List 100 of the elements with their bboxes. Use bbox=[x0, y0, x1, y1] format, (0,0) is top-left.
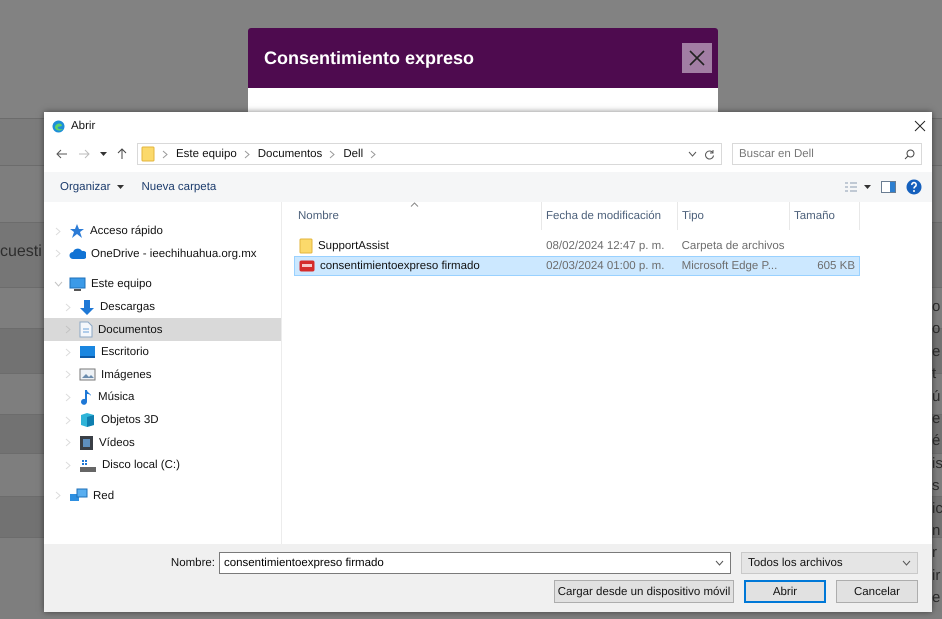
file-type-dropdown[interactable]: Todos los archivos bbox=[741, 552, 918, 574]
dialog-button[interactable]: Abrir bbox=[744, 580, 826, 603]
nav-item[interactable]: Escritorio bbox=[44, 340, 281, 364]
collapse-chevron-icon bbox=[64, 392, 72, 402]
background-text: r bbox=[932, 543, 938, 564]
view-options-icon[interactable] bbox=[844, 182, 858, 192]
collapse-chevron-icon bbox=[64, 460, 72, 470]
background-text: é bbox=[932, 431, 942, 452]
dropdown-icon bbox=[902, 560, 911, 566]
breadcrumb-item[interactable]: Dell bbox=[343, 148, 364, 160]
collapse-chevron-icon bbox=[54, 249, 62, 258]
star-icon bbox=[69, 223, 85, 240]
breadcrumb-item[interactable]: Documentos bbox=[258, 148, 322, 160]
file-date: 02/03/2024 01:00 p. m. bbox=[546, 260, 664, 272]
close-button[interactable] bbox=[682, 43, 712, 73]
background-text: e bbox=[932, 342, 942, 362]
preview-pane-icon[interactable] bbox=[881, 181, 896, 193]
collapse-chevron-icon bbox=[64, 302, 72, 312]
filename-field[interactable]: consentimientoexpreso firmado bbox=[219, 552, 731, 574]
nav-item[interactable]: Música bbox=[44, 386, 281, 409]
browser-logo-icon bbox=[52, 120, 65, 132]
file-type: Microsoft Edge P... bbox=[682, 260, 778, 272]
file-name: consentimientoexpreso firmado bbox=[320, 260, 480, 272]
file-type: Carpeta de archivos bbox=[682, 240, 785, 252]
chevron-icon bbox=[162, 150, 169, 158]
search-field[interactable]: Buscar en Dell bbox=[732, 143, 922, 165]
pdf-file-icon bbox=[299, 260, 315, 272]
chevron-icon bbox=[329, 150, 336, 158]
background-text: ú bbox=[932, 386, 942, 407]
back-arrow-icon[interactable] bbox=[56, 149, 68, 159]
background-text: s bbox=[932, 476, 940, 496]
column-header[interactable]: Fecha de modificación bbox=[542, 202, 678, 230]
close-icon[interactable] bbox=[914, 120, 926, 132]
dropdown-icon bbox=[715, 560, 724, 566]
nav-item[interactable]: Objetos 3D bbox=[44, 408, 281, 432]
folder-icon bbox=[299, 238, 313, 254]
nav-item[interactable]: Vídeos bbox=[44, 431, 281, 454]
nav-item[interactable]: Este equipo bbox=[44, 273, 281, 296]
collapse-chevron-icon bbox=[54, 226, 62, 236]
refresh-icon[interactable] bbox=[704, 148, 715, 160]
collapse-chevron-icon bbox=[64, 348, 72, 357]
dialog-button[interactable]: Cancelar bbox=[836, 580, 918, 603]
image-icon bbox=[79, 368, 96, 382]
download-arrow-icon bbox=[79, 298, 95, 316]
background-text: t bbox=[932, 364, 938, 384]
background-text: is bbox=[932, 454, 942, 474]
up-arrow-icon[interactable] bbox=[117, 148, 127, 160]
expand-chevron-icon bbox=[54, 281, 62, 288]
folder-icon bbox=[141, 146, 155, 162]
breadcrumb-item[interactable]: Este equipo bbox=[176, 148, 237, 160]
network-icon bbox=[69, 488, 88, 504]
file-row[interactable]: SupportAssist 08/02/2024 12:47 p. m. Carpeta de archivos bbox=[294, 236, 860, 256]
file-size: 605 KB bbox=[817, 260, 855, 272]
dialog-button[interactable]: Cargar desde un dispositivo móvil bbox=[554, 580, 734, 603]
nav-item[interactable]: Red bbox=[44, 484, 281, 508]
chevron-icon bbox=[244, 150, 251, 158]
search-icon[interactable] bbox=[904, 149, 915, 160]
toolbar-button[interactable]: Organizar bbox=[56, 179, 128, 195]
background-text: o bbox=[932, 297, 942, 317]
address-bar[interactable]: Este equipo Documentos Dell bbox=[137, 143, 722, 165]
nav-item[interactable]: OneDrive - ieechihuahua.org.mx bbox=[44, 242, 281, 266]
help-icon[interactable] bbox=[906, 179, 922, 195]
field-label: Nombre: bbox=[170, 557, 215, 569]
cube-icon bbox=[79, 412, 96, 428]
background-text: e bbox=[932, 409, 942, 430]
file-name: SupportAssist bbox=[318, 240, 389, 252]
dropdown-icon bbox=[688, 151, 697, 157]
nav-item[interactable]: Documentos bbox=[44, 318, 281, 341]
background-text: ir bbox=[932, 566, 942, 586]
document-icon bbox=[79, 321, 93, 338]
nav-item[interactable]: Disco local (C:) bbox=[44, 454, 281, 477]
caret-icon bbox=[864, 185, 871, 189]
collapse-chevron-icon bbox=[54, 491, 62, 500]
file-row[interactable]: consentimientoexpreso firmado 02/03/2024 01:00 p. m. Microsoft Edge P... 605 KB bbox=[294, 256, 860, 276]
column-header[interactable]: Nombre bbox=[294, 202, 542, 230]
nav-item[interactable]: Imágenes bbox=[44, 364, 281, 386]
toolbar-button[interactable]: Nueva carpeta bbox=[138, 179, 220, 195]
background-text: cuesti bbox=[0, 243, 42, 261]
background-text: e bbox=[932, 588, 942, 608]
background-text: ic bbox=[932, 498, 942, 519]
window-title: Abrir bbox=[71, 120, 96, 132]
background-text: n bbox=[932, 521, 942, 542]
collapse-chevron-icon bbox=[64, 438, 72, 448]
caret-icon bbox=[116, 185, 124, 189]
desktop-icon bbox=[79, 345, 96, 360]
column-header[interactable]: Tipo bbox=[678, 202, 790, 230]
film-icon bbox=[79, 434, 94, 451]
drive-icon bbox=[79, 458, 97, 473]
background-text: o bbox=[932, 319, 942, 340]
file-date: 08/02/2024 12:47 p. m. bbox=[546, 240, 664, 252]
column-header[interactable]: Tamaño bbox=[790, 202, 860, 230]
recent-locations-icon bbox=[100, 152, 107, 156]
cloud-icon bbox=[69, 248, 86, 260]
nav-item[interactable]: Acceso rápido bbox=[44, 220, 281, 243]
computer-icon bbox=[69, 276, 86, 292]
nav-item[interactable]: Descargas bbox=[44, 296, 281, 318]
collapse-chevron-icon bbox=[64, 416, 72, 425]
chevron-icon bbox=[370, 150, 378, 158]
close-icon bbox=[689, 50, 705, 66]
collapse-chevron-icon bbox=[64, 370, 72, 380]
